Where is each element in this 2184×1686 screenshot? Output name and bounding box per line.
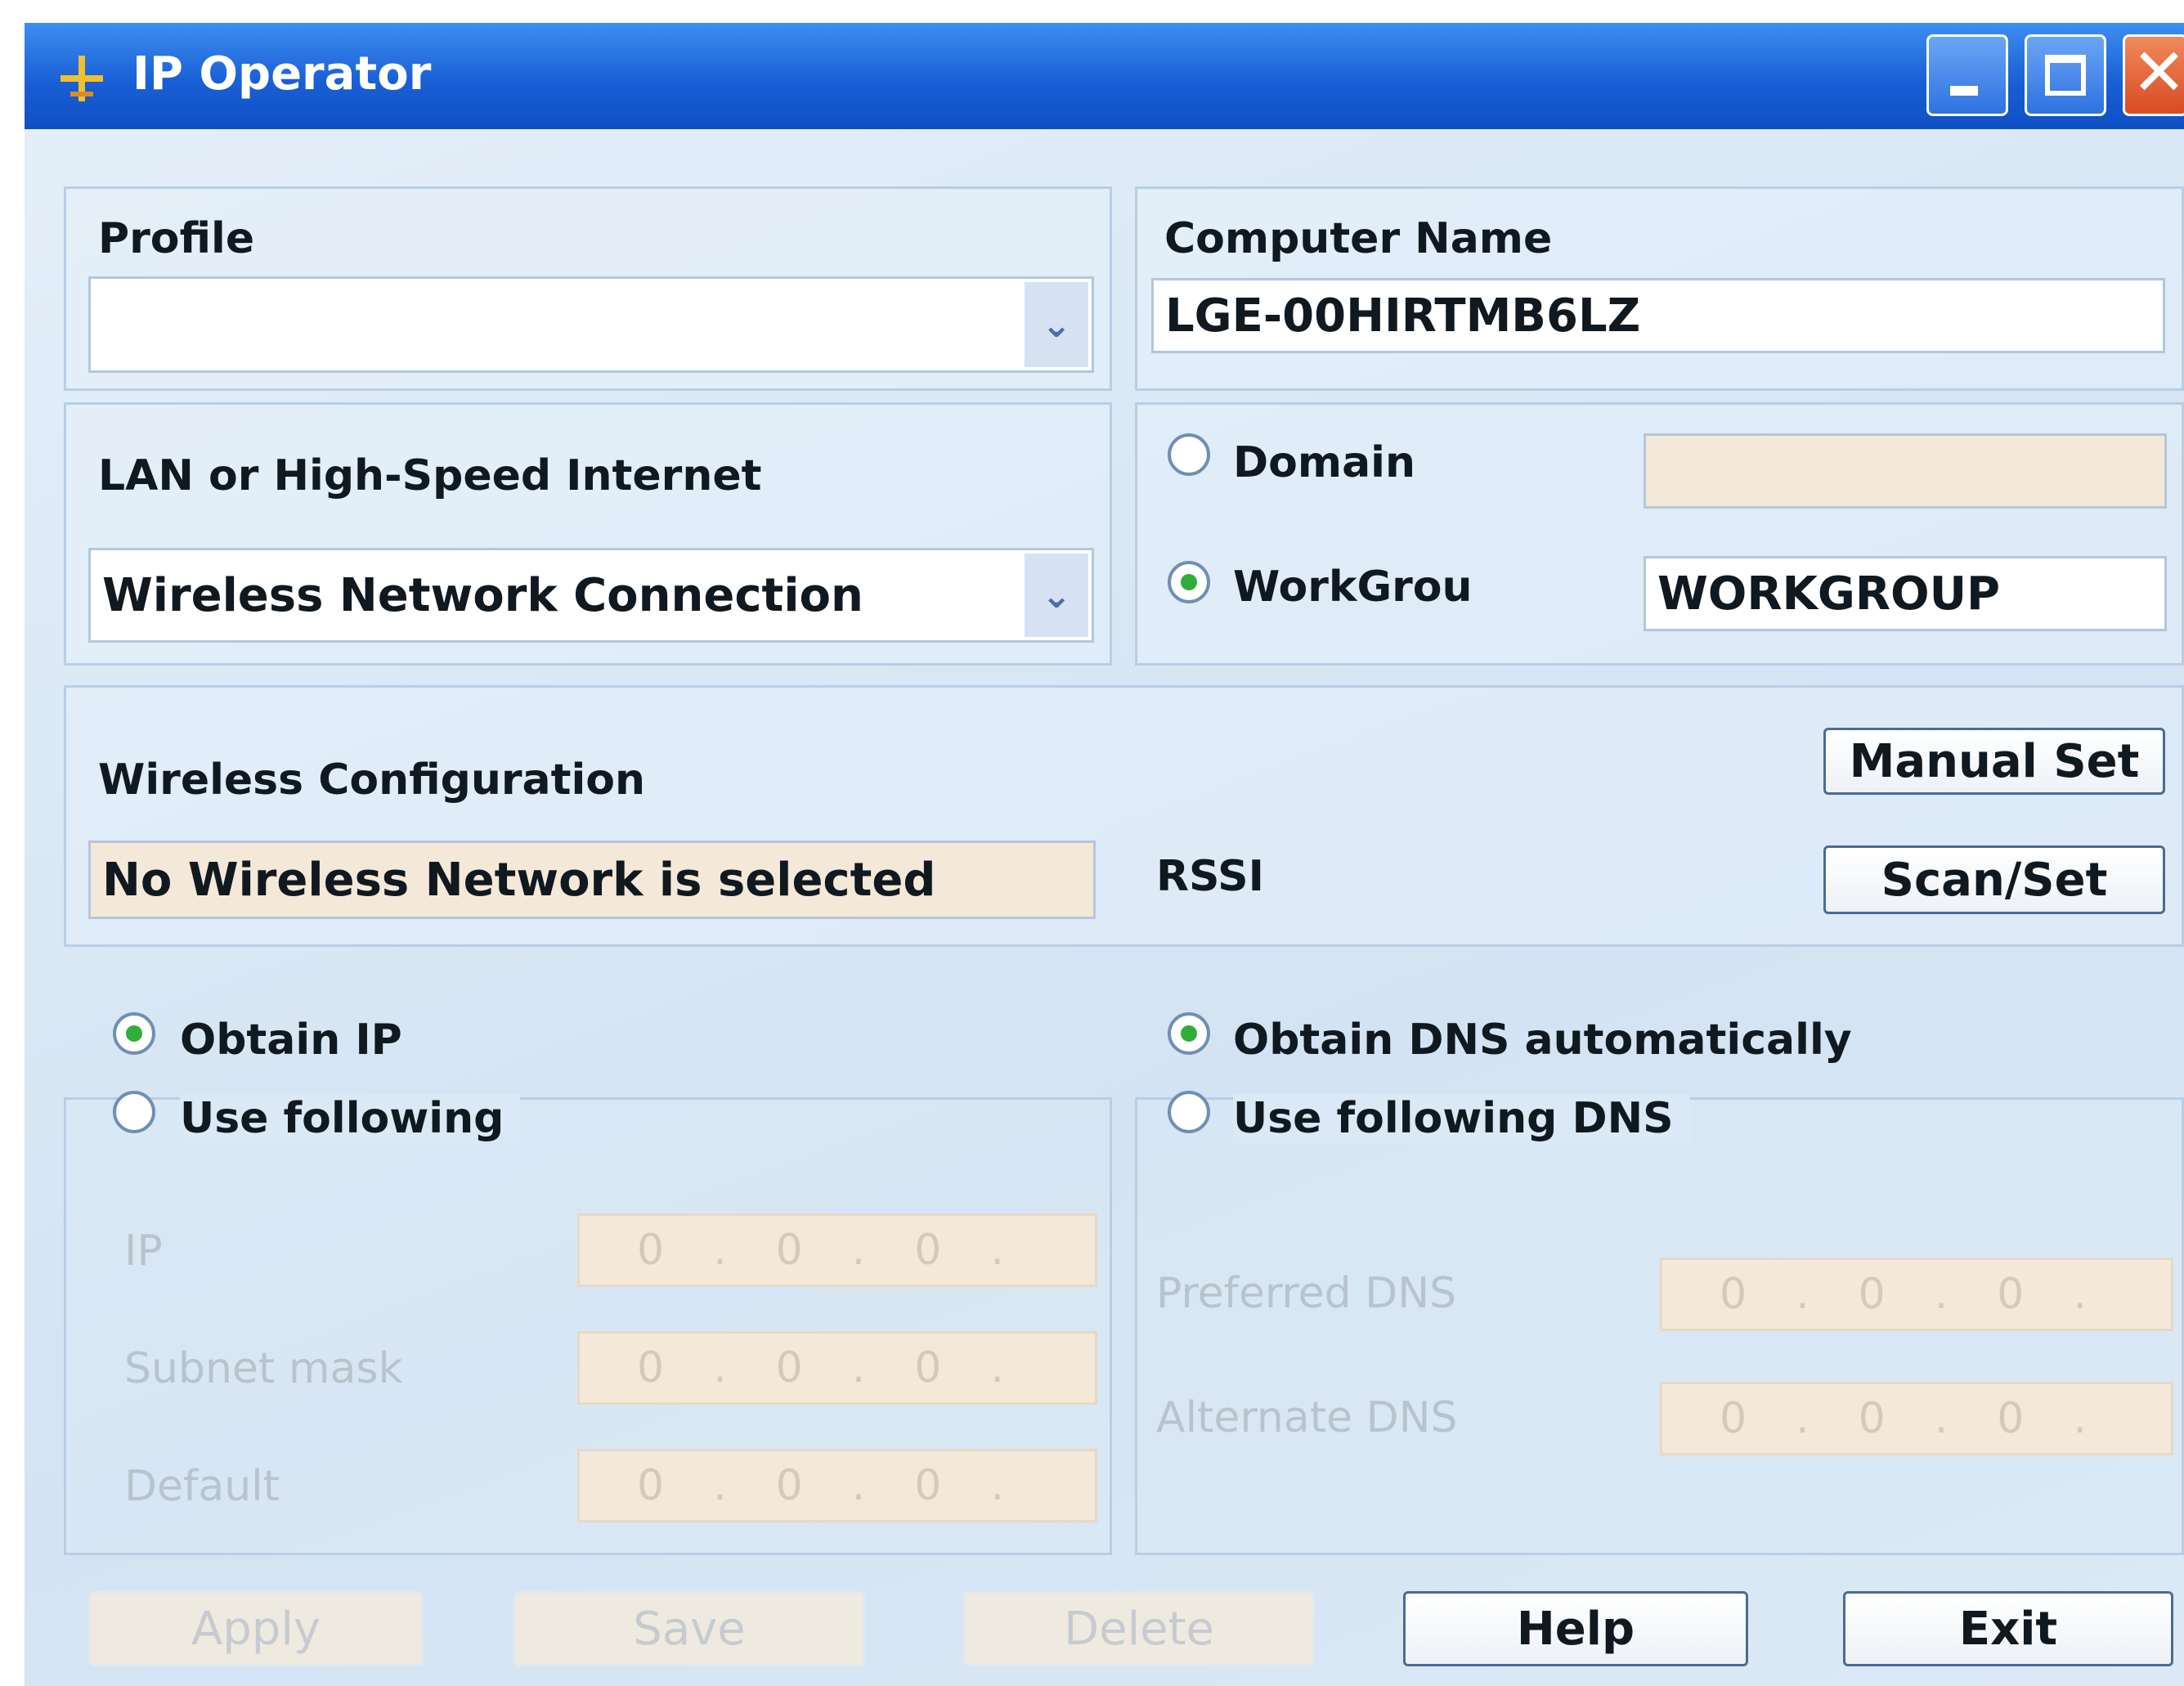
scan-set-button[interactable]: Scan/Set [1823, 845, 2165, 914]
computer-name-value: LGE-00HIRTMB6LZ [1165, 289, 1641, 343]
use-following-ip-label: Use following [180, 1094, 521, 1143]
subnet-mask-input: 0.0.0. [577, 1331, 1097, 1405]
subnet-mask-label: Subnet mask [124, 1344, 403, 1393]
subnet-octet: 0 [914, 1343, 942, 1392]
lan-label: LAN or High-Speed Internet [98, 451, 762, 500]
subnet-octet: 0 [637, 1343, 665, 1392]
profile-dropdown[interactable]: ⌄ [88, 276, 1094, 373]
computer-name-input[interactable]: LGE-00HIRTMB6LZ [1151, 278, 2165, 353]
minimize-icon [1950, 86, 1978, 96]
dialog-body: Profile ⌄ Computer Name LGE-00HIRTMB6LZ … [25, 129, 2184, 1686]
domain-input[interactable] [1644, 433, 2167, 509]
maximize-icon [2045, 55, 2086, 96]
use-following-dns-radio[interactable] [1168, 1091, 1210, 1133]
delete-button[interactable]: Delete [963, 1591, 1315, 1666]
obtain-ip-radio[interactable] [113, 1012, 155, 1055]
save-button[interactable]: Save [513, 1591, 865, 1666]
window-title: IP Operator [132, 47, 432, 101]
ip-address-input: 0.0.0. [577, 1213, 1097, 1287]
alternate-dns-octet: 0 [1858, 1394, 1886, 1443]
chevron-down-icon[interactable]: ⌄ [1025, 554, 1088, 637]
wireless-status-field: No Wireless Network is selected [88, 841, 1096, 919]
lan-dropdown[interactable]: Wireless Network Connection ⌄ [88, 548, 1094, 643]
obtain-ip-label: Obtain IP [180, 1016, 402, 1065]
ip-label: IP [124, 1226, 163, 1276]
wireless-status-value: No Wireless Network is selected [102, 853, 936, 907]
apply-button[interactable]: Apply [88, 1591, 424, 1666]
domain-radio[interactable] [1168, 433, 1210, 476]
use-following-dns-label: Use following DNS [1233, 1094, 1690, 1143]
gateway-octet: 0 [775, 1461, 803, 1510]
workgroup-value: WORKGROUP [1657, 567, 2001, 621]
preferred-dns-octet: 0 [1997, 1270, 2025, 1319]
obtain-dns-radio[interactable] [1168, 1012, 1210, 1055]
computer-name-label: Computer Name [1164, 214, 1553, 263]
radio-selected-dot [1181, 574, 1197, 590]
subnet-octet: 0 [775, 1343, 803, 1392]
profile-label: Profile [98, 214, 255, 263]
maximize-button[interactable] [2025, 34, 2106, 116]
title-bar[interactable]: IP Operator ✕ [25, 23, 2184, 129]
alternate-dns-octet: 0 [1720, 1394, 1747, 1443]
gateway-octet: 0 [914, 1461, 942, 1510]
help-button[interactable]: Help [1403, 1591, 1748, 1666]
chevron-down-icon[interactable]: ⌄ [1025, 282, 1088, 367]
radio-selected-dot [1181, 1025, 1197, 1042]
network-icon [61, 56, 103, 101]
alternate-dns-input: 0.0.0. [1660, 1382, 2173, 1455]
default-gateway-label: Default [124, 1462, 280, 1511]
rssi-label: RSSI [1156, 852, 1264, 901]
close-button[interactable]: ✕ [2123, 34, 2184, 116]
ip-operator-window: IP Operator ✕ Profile ⌄ Computer Name LG… [25, 23, 2184, 1686]
use-following-ip-radio[interactable] [113, 1091, 155, 1133]
domain-label: Domain [1233, 438, 1416, 487]
close-icon: ✕ [2132, 34, 2184, 110]
default-gateway-input: 0.0.0. [577, 1449, 1097, 1522]
preferred-dns-label: Preferred DNS [1156, 1269, 1457, 1318]
ip-octet: 0 [775, 1226, 803, 1275]
minimize-button[interactable] [1926, 34, 2008, 116]
ip-octet: 0 [914, 1226, 942, 1275]
manual-set-button[interactable]: Manual Set [1823, 728, 2165, 795]
alternate-dns-label: Alternate DNS [1156, 1393, 1458, 1442]
preferred-dns-octet: 0 [1858, 1270, 1886, 1319]
workgroup-radio[interactable] [1168, 561, 1210, 603]
preferred-dns-octet: 0 [1720, 1270, 1747, 1319]
preferred-dns-input: 0.0.0. [1660, 1258, 2173, 1331]
ip-octet: 0 [637, 1226, 665, 1275]
gateway-octet: 0 [637, 1461, 665, 1510]
radio-selected-dot [126, 1025, 142, 1042]
workgroup-input[interactable]: WORKGROUP [1644, 556, 2167, 631]
wireless-config-label: Wireless Configuration [98, 756, 646, 805]
lan-value: Wireless Network Connection [102, 568, 863, 622]
obtain-dns-label: Obtain DNS automatically [1233, 1016, 1852, 1065]
workgroup-label: WorkGrou [1233, 563, 1473, 612]
exit-button[interactable]: Exit [1843, 1591, 2173, 1666]
alternate-dns-octet: 0 [1997, 1394, 2025, 1443]
